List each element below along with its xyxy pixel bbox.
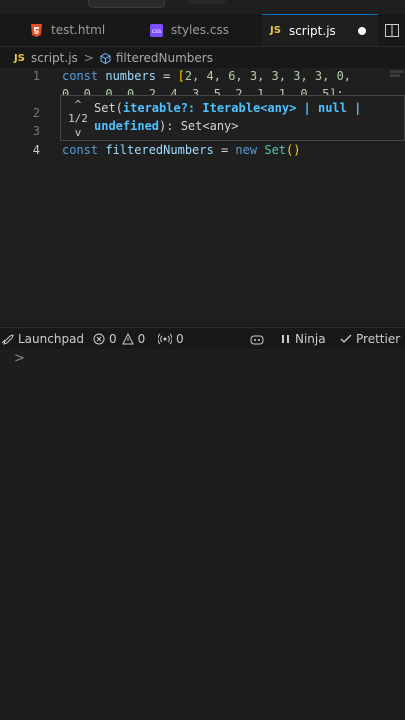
terminal-prompt: > xyxy=(14,351,25,366)
ports-item[interactable]: 0 xyxy=(158,328,184,349)
problems-item[interactable]: 0 0 xyxy=(93,328,145,349)
signature-param: iterable?: Iterable<any> | null | xyxy=(122,101,362,115)
keyword: const xyxy=(62,143,99,157)
signature-name: Set( xyxy=(94,101,123,115)
css-icon: css xyxy=(150,23,163,37)
identifier: numbers xyxy=(105,69,156,83)
ninja-item[interactable]: Ninja xyxy=(281,328,326,349)
class-name: Set xyxy=(264,143,287,157)
minimap[interactable] xyxy=(390,74,400,77)
warning-count: 0 xyxy=(137,331,146,346)
breadcrumb-separator: > xyxy=(83,51,94,65)
command-center[interactable] xyxy=(88,0,165,8)
html5-icon xyxy=(30,23,43,37)
error-icon xyxy=(93,333,105,344)
minimap[interactable] xyxy=(390,70,404,73)
chevron-down-icon[interactable]: v xyxy=(67,126,89,140)
launchpad-item[interactable]: Launchpad xyxy=(0,328,84,349)
code-line-4: const filteredNumbers = new Set() xyxy=(62,143,300,157)
tab-label: test.html xyxy=(51,23,106,37)
breadcrumb-symbol[interactable]: filteredNumbers xyxy=(116,51,213,65)
line-number: 1 xyxy=(32,69,40,83)
tab-test-html[interactable]: test.html xyxy=(30,14,142,46)
signature-text: Set(iterable?: Iterable<any> | null | un… xyxy=(94,99,361,135)
keyword: new xyxy=(235,143,258,157)
error-count: 0 xyxy=(109,331,117,346)
identifier: filteredNumbers xyxy=(105,143,214,157)
unsaved-dot-icon[interactable] xyxy=(358,27,366,35)
editor-tabs: test.html css styles.css JS script.js xyxy=(0,14,405,47)
rocket-icon xyxy=(1,333,14,345)
line-number: 3 xyxy=(32,124,40,138)
breadcrumb: JS script.js > filteredNumbers xyxy=(0,47,405,69)
split-editor-icon[interactable] xyxy=(385,22,399,37)
line-number: 2 xyxy=(32,106,40,120)
operator: = xyxy=(213,143,236,157)
pause-icon xyxy=(282,334,289,343)
js-icon: JS xyxy=(14,52,25,64)
breadcrumb-file[interactable]: script.js xyxy=(31,51,78,65)
status-bar: Launchpad 0 0 0 Ninja Prettier xyxy=(0,327,405,349)
code-line-1: const numbers = [2, 4, 6, 3, 3, 3, 3, 0, xyxy=(62,69,351,83)
tab-label: script.js xyxy=(288,23,336,38)
bracket: [ xyxy=(177,69,185,83)
js-icon: JS xyxy=(270,25,281,36)
ports-count: 0 xyxy=(176,331,184,346)
signature-help-popup: ^ 1/2 v Set(iterable?: Iterable<any> | n… xyxy=(60,95,405,141)
variable-cube-icon xyxy=(100,52,111,64)
signature-nav: ^ 1/2 v xyxy=(67,98,89,140)
warning-icon xyxy=(121,332,134,344)
title-bar-control xyxy=(186,0,226,4)
line-number: 4 xyxy=(32,143,40,157)
signature-param-cont: undefined xyxy=(94,119,160,133)
check-icon xyxy=(340,334,352,343)
terminal-panel[interactable]: > xyxy=(0,349,405,720)
title-bar xyxy=(0,0,405,14)
parentheses: () xyxy=(286,143,301,157)
signature-return: ): Set<any> xyxy=(159,119,239,133)
prettier-item[interactable]: Prettier xyxy=(340,328,400,349)
array-values: 2, 4, 6, 3, 3, 3, 3, 0, xyxy=(184,69,352,83)
operator: = xyxy=(155,69,178,83)
svg-text:css: css xyxy=(152,28,162,35)
tab-styles-css[interactable]: css styles.css xyxy=(150,14,260,46)
copilot-icon[interactable] xyxy=(250,328,268,349)
keyword: const xyxy=(62,69,99,83)
prettier-label: Prettier xyxy=(356,331,401,346)
tab-script-js[interactable]: JS script.js xyxy=(262,14,378,46)
chevron-up-icon[interactable]: ^ xyxy=(67,98,89,112)
tab-label: styles.css xyxy=(171,23,229,37)
launchpad-label: Launchpad xyxy=(18,331,85,346)
ninja-label: Ninja xyxy=(295,331,326,346)
signature-counter: 1/2 xyxy=(68,112,88,125)
broadcast-icon xyxy=(158,333,172,344)
